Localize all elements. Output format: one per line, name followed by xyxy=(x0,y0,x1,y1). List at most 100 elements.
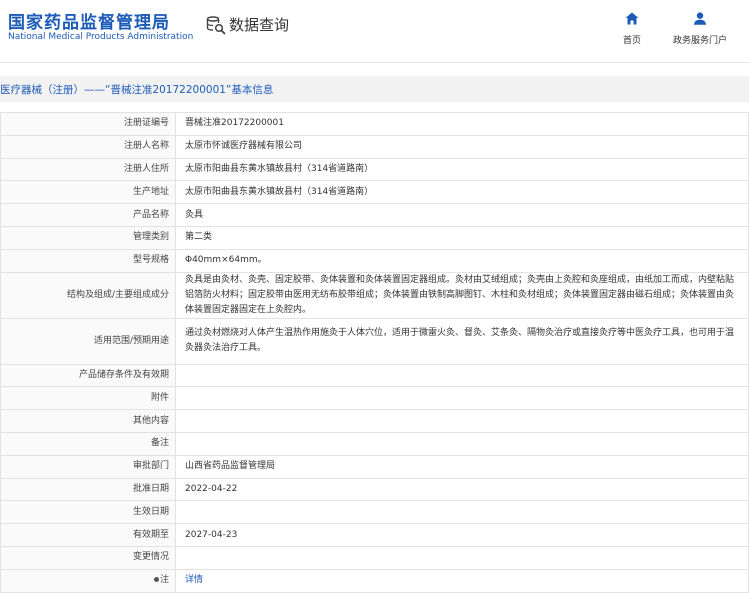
nav-home[interactable]: 首页 xyxy=(620,10,644,46)
table-row: 结构及组成/主要组成成分 灸具是由灸材、灸壳、固定胶带、灸体装置和灸体装置固定器组… xyxy=(0,271,749,319)
row-value xyxy=(175,363,749,388)
row-value: 2027-04-23 xyxy=(175,523,749,547)
row-label: 生效日期 xyxy=(0,500,176,525)
row-label-text: 注 xyxy=(159,575,169,586)
nav-home-label: 首页 xyxy=(622,36,641,46)
row-label-text: 生效日期 xyxy=(132,506,169,517)
row-label: 注册人住所 xyxy=(0,157,176,182)
row-label-text: 审批部门 xyxy=(132,461,169,472)
row-value: 晋械注准20172200001 xyxy=(175,112,749,136)
row-label: 注册人名称 xyxy=(0,134,176,159)
row-value-text: 太原市怀诚医疗器械有限公司 xyxy=(185,141,303,152)
row-value: 太原市怀诚医疗器械有限公司 xyxy=(175,134,749,159)
row-label: 管理类别 xyxy=(0,225,176,250)
data-query-label[interactable]: 数据查询 xyxy=(229,14,289,35)
row-value: 灸具 xyxy=(175,203,749,227)
site-header: 国家药品监督管理局 National Medical Products Admi… xyxy=(0,0,749,62)
row-value-text: 2022-04-22 xyxy=(185,483,238,494)
row-label: 注 xyxy=(0,568,176,593)
table-row: 备注 xyxy=(0,431,749,456)
database-search-icon xyxy=(206,15,226,35)
header-divider xyxy=(0,62,749,63)
table-row: 型号规格 Φ40mm×64mm。 xyxy=(0,248,749,273)
row-value: 太原市阳曲县东黄水镇故县村（314省道路南） xyxy=(175,180,749,205)
details-link[interactable]: 详情 xyxy=(185,575,203,585)
table-row: 生效日期 xyxy=(0,500,749,525)
nav-gov-service-label: 政务服务门户 xyxy=(672,36,727,46)
table-row: 变更情况 xyxy=(0,545,749,570)
row-label-text: 结构及组成/主要组成成分 xyxy=(66,289,169,300)
table-row: 注册人住所 太原市阳曲县东黄水镇故县村（314省道路南） xyxy=(0,157,749,182)
row-label: 产品储存条件及有效期 xyxy=(0,363,176,388)
row-label-text: 产品名称 xyxy=(132,209,169,220)
row-value: 第二类 xyxy=(175,225,749,250)
row-value-text: Φ40mm×64mm。 xyxy=(185,255,267,266)
site-logo-en: National Medical Products Administration xyxy=(8,32,194,42)
row-label: 结构及组成/主要组成成分 xyxy=(0,271,176,319)
row-label-text: 注册人名称 xyxy=(123,141,169,152)
table-row: 批准日期 2022-04-22 xyxy=(0,477,749,502)
row-value-text: 太原市阳曲县东黄水镇故县村（314省道路南） xyxy=(185,163,374,174)
table-row: 管理类别 第二类 xyxy=(0,225,749,250)
row-value-text: 2027-04-23 xyxy=(185,529,238,540)
row-label-text: 注册证编号 xyxy=(123,118,169,129)
user-icon xyxy=(693,10,707,29)
row-value: 太原市阳曲县东黄水镇故县村（314省道路南） xyxy=(175,157,749,182)
row-value xyxy=(175,500,749,525)
row-value: Φ40mm×64mm。 xyxy=(175,248,749,273)
row-value-text: 山西省药品监督管理局 xyxy=(185,461,276,472)
table-row: 产品名称 灸具 xyxy=(0,203,749,227)
nav-gov-service-portal[interactable]: 政务服务门户 xyxy=(668,10,732,46)
row-label-text: 适用范围/预期用途 xyxy=(93,335,169,346)
row-label: 变更情况 xyxy=(0,545,176,570)
row-label: 批准日期 xyxy=(0,477,176,502)
row-label: 备注 xyxy=(0,431,176,456)
site-logo-cn[interactable]: 国家药品监督管理局 xyxy=(8,8,170,33)
row-label: 注册证编号 xyxy=(0,112,176,136)
row-value: 山西省药品监督管理局 xyxy=(175,454,749,479)
row-value-text: 晋械注准20172200001 xyxy=(185,118,284,129)
row-value xyxy=(175,386,749,411)
row-value-text: 太原市阳曲县东黄水镇故县村（314省道路南） xyxy=(185,186,374,197)
table-row: 注 详情 xyxy=(0,568,749,593)
row-label: 审批部门 xyxy=(0,454,176,479)
row-label-text: 备注 xyxy=(150,438,169,449)
table-row: 注册人名称 太原市怀诚医疗器械有限公司 xyxy=(0,134,749,159)
row-label-text: 变更情况 xyxy=(132,552,169,563)
row-label: 产品名称 xyxy=(0,203,176,227)
data-query-section: 数据查询 xyxy=(206,14,289,35)
row-value: 灸具是由灸材、灸壳、固定胶带、灸体装置和灸体装置固定器组成。灸材由艾绒组成；灸壳… xyxy=(175,271,749,319)
row-label-text: 其他内容 xyxy=(132,415,169,426)
row-value: 详情 xyxy=(175,568,749,593)
row-label-text: 批准日期 xyxy=(132,483,169,494)
row-value: 2022-04-22 xyxy=(175,477,749,502)
row-value: 通过灸材燃烧对人体产生温热作用施灸于人体穴位，适用于微雷火灸、督灸、艾条灸、隔物… xyxy=(175,317,749,365)
table-row: 附件 xyxy=(0,386,749,411)
row-value xyxy=(175,431,749,456)
table-row: 有效期至 2027-04-23 xyxy=(0,523,749,547)
page-title: 医疗器械（注册）——“晋械注准20172200001”基本信息 xyxy=(0,84,274,96)
home-icon xyxy=(625,10,639,29)
row-label-text: 管理类别 xyxy=(132,232,169,243)
row-label-text: 附件 xyxy=(150,392,169,403)
row-value-text: 灸具是由灸材、灸壳、固定胶带、灸体装置和灸体装置固定器组成。灸材由艾绒组成；灸壳… xyxy=(185,274,735,315)
table-row: 其他内容 xyxy=(0,409,749,433)
page-title-bar: 医疗器械（注册）——“晋械注准20172200001”基本信息 xyxy=(0,76,749,102)
row-value-text: 灸具 xyxy=(185,209,204,220)
row-label: 其他内容 xyxy=(0,409,176,433)
row-label: 附件 xyxy=(0,386,176,411)
table-row: 审批部门 山西省药品监督管理局 xyxy=(0,454,749,479)
row-label: 生产地址 xyxy=(0,180,176,205)
row-label-text: 型号规格 xyxy=(132,255,169,266)
row-value xyxy=(175,409,749,433)
registration-info-table: 注册证编号 晋械注准20172200001 注册人名称 太原市怀诚医疗器械有限公司 注册… xyxy=(0,112,749,593)
row-label: 适用范围/预期用途 xyxy=(0,317,176,365)
table-row: 产品储存条件及有效期 xyxy=(0,363,749,388)
table-row: 注册证编号 晋械注准20172200001 xyxy=(0,112,749,136)
row-label: 型号规格 xyxy=(0,248,176,273)
row-value xyxy=(175,545,749,570)
row-value-text: 第二类 xyxy=(185,232,213,243)
table-row: 生产地址 太原市阳曲县东黄水镇故县村（314省道路南） xyxy=(0,180,749,205)
row-label-text: 有效期至 xyxy=(132,529,169,540)
row-label-text: 注册人住所 xyxy=(123,163,169,174)
